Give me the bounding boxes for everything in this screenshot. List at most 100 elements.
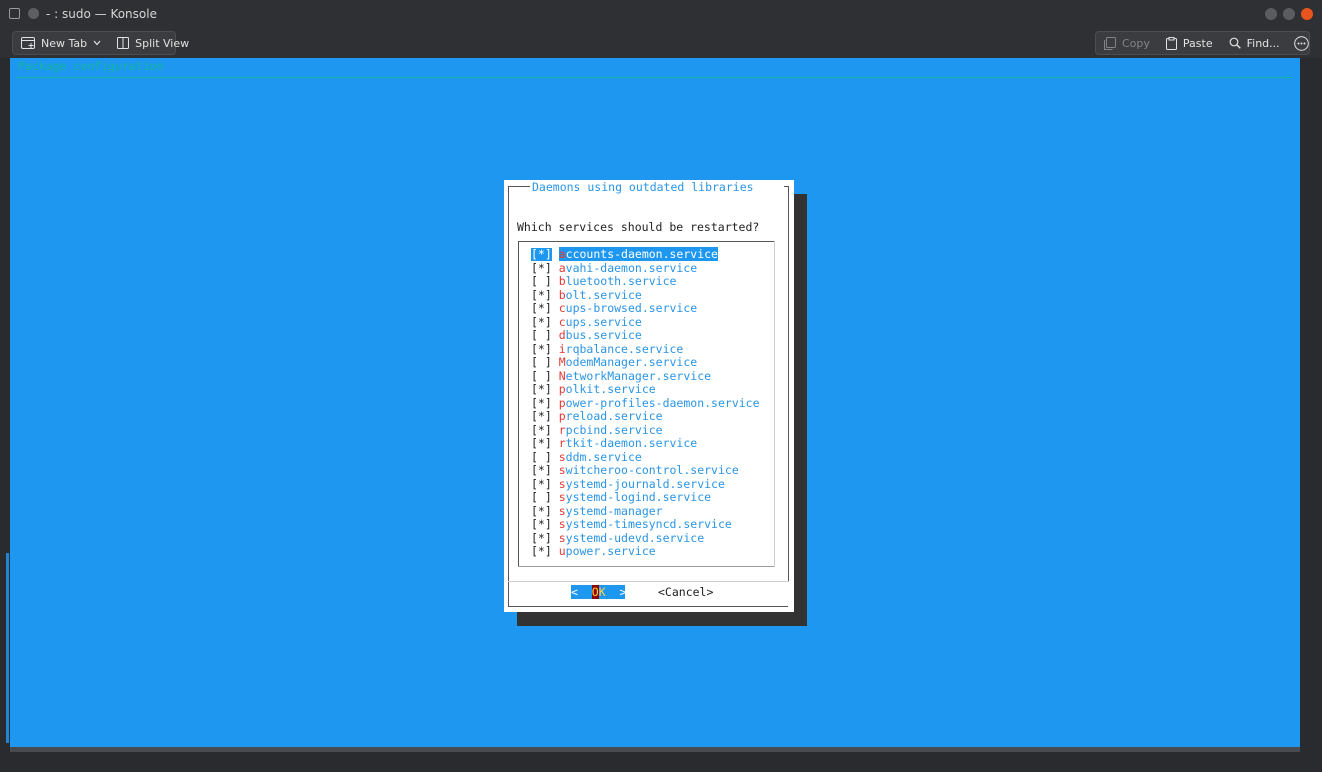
- service-list-item[interactable]: [ ] systemd-logind.service: [531, 491, 711, 504]
- service-list-item[interactable]: [ ] bluetooth.service: [531, 275, 676, 288]
- new-tab-button[interactable]: New Tab: [13, 32, 109, 54]
- service-checkbox[interactable]: [*]: [531, 477, 552, 491]
- close-button[interactable]: [1301, 8, 1313, 20]
- service-checkbox[interactable]: [*]: [531, 518, 552, 531]
- service-checkbox[interactable]: [*]: [531, 423, 552, 437]
- find-button[interactable]: Find...: [1221, 32, 1288, 54]
- service-checkbox[interactable]: [*]: [531, 504, 552, 518]
- service-list-item[interactable]: [*] power-profiles-daemon.service: [531, 395, 760, 410]
- service-name-rest: ups-browsed.service: [565, 301, 698, 315]
- services-list[interactable]: [*] accounts-daemon.service [*] avahi-dae…: [518, 241, 775, 567]
- service-checkbox[interactable]: [*]: [531, 342, 552, 356]
- service-name: systemd-timesyncd.service: [559, 517, 732, 531]
- dialog-frame-top-right: [784, 186, 789, 187]
- service-list-item[interactable]: [*] bolt.service: [531, 288, 642, 302]
- service-hotkey: r: [558, 436, 566, 450]
- service-list-item[interactable]: [*] rtkit-daemon.service: [531, 437, 697, 450]
- list-frame-top: [518, 241, 774, 242]
- service-checkbox[interactable]: [ ]: [531, 369, 552, 383]
- service-checkbox[interactable]: [*]: [531, 288, 552, 302]
- service-list-item[interactable]: [*] irqbalance.service: [531, 342, 683, 356]
- dialog-button-separator: [508, 581, 789, 582]
- service-list-item[interactable]: [*] switcheroo-control.service: [531, 464, 739, 477]
- split-view-icon: [117, 37, 130, 49]
- service-list-item[interactable]: [*] preload.service: [531, 410, 663, 423]
- service-list-item[interactable]: [ ] sddm.service: [531, 450, 642, 464]
- service-checkbox[interactable]: [*]: [531, 383, 552, 396]
- service-name-rest: bus.service: [565, 328, 642, 342]
- copy-button[interactable]: Copy: [1096, 32, 1158, 54]
- service-checkbox[interactable]: [*]: [531, 410, 552, 423]
- service-name-rest: ystemd-udevd.service: [565, 530, 705, 545]
- service-list-item[interactable]: [*] systemd-udevd.service: [531, 531, 704, 545]
- service-list-item[interactable]: [*] cups-browsed.service: [531, 302, 697, 315]
- split-view-label: Split View: [135, 36, 190, 50]
- service-name: dbus.service: [559, 328, 642, 342]
- service-checkbox[interactable]: [ ]: [531, 491, 552, 504]
- service-name-rest: ddm.service: [565, 449, 642, 464]
- service-name-rest: power.service: [565, 544, 656, 558]
- paste-button[interactable]: Paste: [1158, 32, 1221, 54]
- ok-left-bracket: <: [571, 585, 578, 599]
- split-view-button[interactable]: Split View: [109, 32, 197, 54]
- service-checkbox[interactable]: [*]: [531, 302, 552, 315]
- cancel-button[interactable]: <Cancel>: [658, 585, 713, 599]
- ok-button[interactable]: < OK >: [571, 585, 626, 599]
- paste-label: Paste: [1182, 36, 1213, 50]
- terminal-icon: [9, 8, 20, 19]
- service-list-item[interactable]: [ ] dbus.service: [531, 329, 642, 342]
- service-checkbox[interactable]: [*]: [531, 545, 552, 558]
- service-checkbox[interactable]: [ ]: [531, 329, 552, 342]
- service-hotkey: d: [558, 328, 566, 342]
- restart-services-dialog: Daemons using outdated libraries Which s…: [504, 180, 794, 612]
- service-checkbox[interactable]: [*]: [531, 437, 552, 450]
- service-checkbox[interactable]: [*]: [531, 261, 552, 275]
- maximize-button[interactable]: [1283, 8, 1295, 20]
- service-checkbox[interactable]: [*]: [531, 464, 552, 477]
- service-list-item[interactable]: [ ] NetworkManager.service: [531, 369, 711, 383]
- service-list-item[interactable]: [*] cups.service: [531, 315, 642, 329]
- service-list-item[interactable]: [*] polkit.service: [531, 383, 656, 396]
- service-hotkey: N: [558, 368, 566, 383]
- service-list-item[interactable]: [*] upower.service: [531, 545, 656, 558]
- service-name: systemd-manager: [559, 504, 663, 518]
- minimize-button[interactable]: [1265, 8, 1277, 20]
- service-list-item[interactable]: [ ] ModemManager.service: [531, 356, 697, 369]
- service-name: NetworkManager.service: [559, 369, 711, 383]
- chevron-down-icon[interactable]: [93, 40, 101, 46]
- title-bar: - : sudo — Konsole: [0, 0, 1322, 28]
- terminal-left-edge: [6, 553, 9, 743]
- service-name-rest: luetooth.service: [565, 274, 677, 288]
- service-hotkey: p: [558, 382, 566, 396]
- service-list-item[interactable]: [*] avahi-daemon.service: [531, 261, 698, 275]
- service-checkbox[interactable]: [*]: [531, 531, 552, 545]
- service-checkbox[interactable]: [*]: [531, 315, 552, 329]
- service-checkbox[interactable]: [*]: [531, 396, 552, 410]
- service-list-item[interactable]: [*] systemd-manager: [531, 504, 663, 518]
- service-name-rest: ystemd-manager: [565, 503, 663, 518]
- new-tab-label: New Tab: [41, 36, 88, 50]
- keep-above-icon[interactable]: [28, 8, 39, 19]
- service-name-rest: etworkManager.service: [565, 368, 712, 383]
- service-name: avahi-daemon.service: [559, 261, 698, 275]
- service-list-item[interactable]: [*] rpcbind.service: [531, 423, 663, 437]
- service-name: bolt.service: [559, 288, 642, 302]
- service-list-item[interactable]: [*] systemd-journald.service: [531, 477, 725, 491]
- list-frame-left: [518, 241, 519, 566]
- service-list-item[interactable]: [*] accounts-daemon.service: [530, 247, 718, 262]
- service-name-rest: ystemd-timesyncd.service: [565, 517, 732, 531]
- service-name: systemd-udevd.service: [559, 531, 704, 545]
- service-name: systemd-logind.service: [559, 490, 711, 504]
- service-name: sddm.service: [559, 450, 642, 464]
- service-checkbox[interactable]: [*]: [530, 247, 553, 262]
- toolbar-right-group: Copy Paste Find...: [1095, 31, 1310, 55]
- service-checkbox[interactable]: [ ]: [531, 275, 552, 288]
- service-checkbox[interactable]: [ ]: [531, 450, 552, 464]
- service-name-rest: ccounts-daemon.service: [565, 247, 718, 261]
- more-options-button[interactable]: [1288, 32, 1315, 54]
- new-tab-icon: [21, 37, 35, 49]
- service-hotkey: p: [558, 395, 566, 410]
- service-checkbox[interactable]: [ ]: [531, 356, 552, 369]
- service-hotkey: a: [558, 247, 566, 261]
- service-list-item[interactable]: [*] systemd-timesyncd.service: [531, 518, 732, 531]
